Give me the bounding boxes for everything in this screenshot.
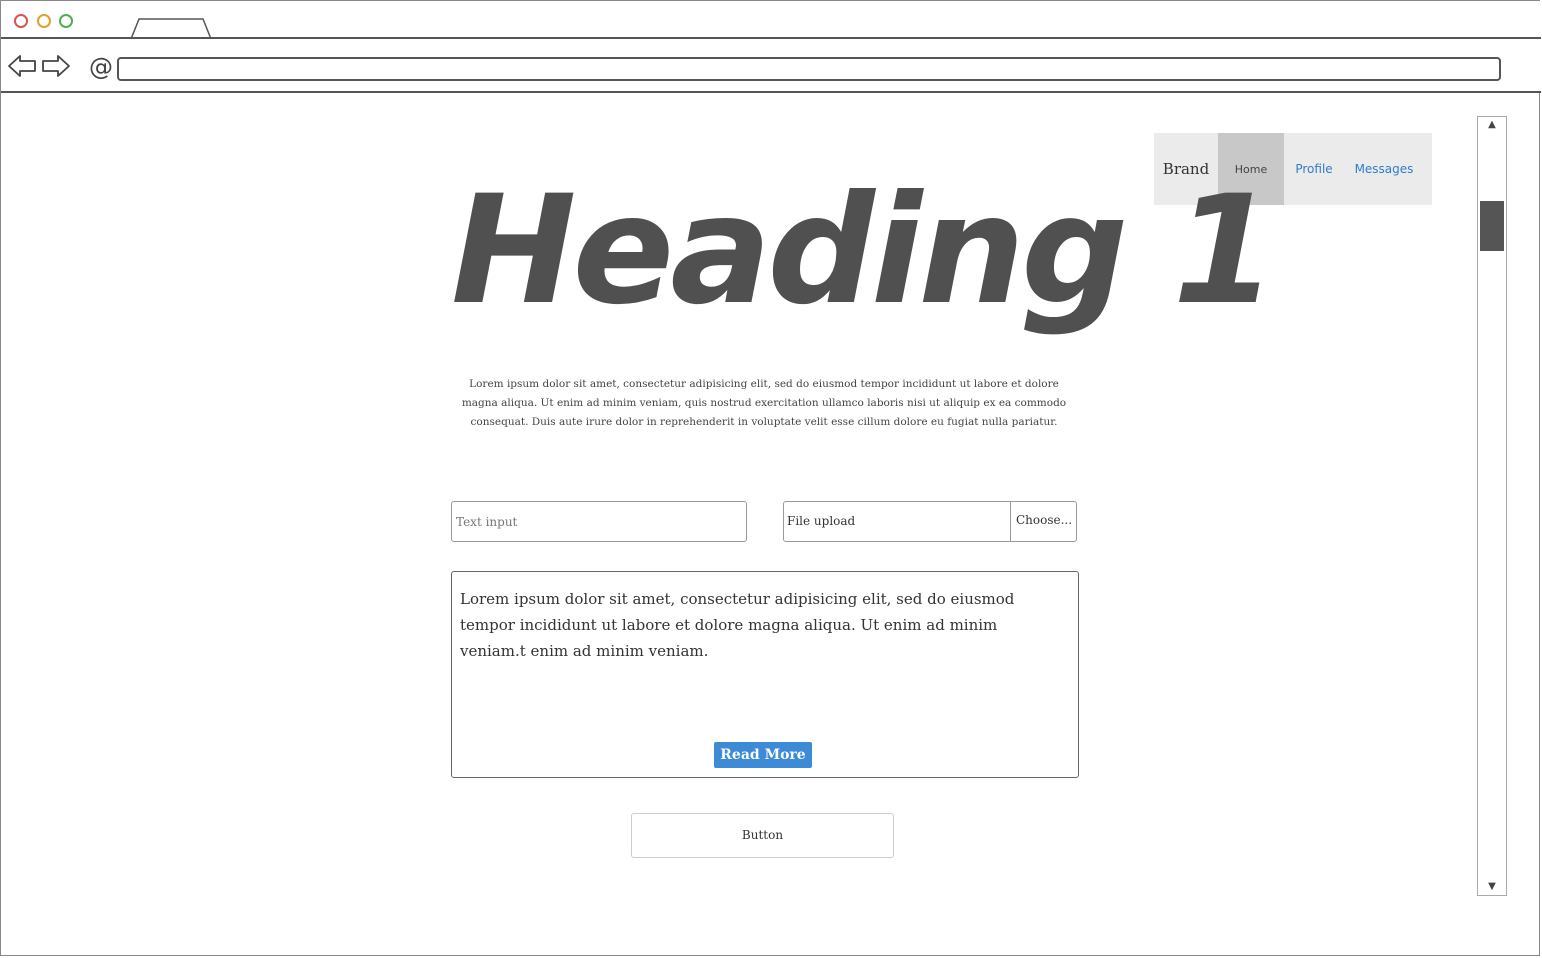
browser-toolbar: @ (1, 39, 1541, 93)
browser-tab[interactable] (131, 17, 211, 39)
reload-icon[interactable]: @ (87, 53, 115, 81)
maximize-window-icon[interactable] (59, 14, 73, 28)
text-input[interactable] (451, 501, 747, 542)
intro-paragraph: Lorem ipsum dolor sit amet, consectetur … (461, 378, 1067, 428)
close-window-icon[interactable] (14, 14, 28, 28)
scroll-thumb[interactable] (1480, 201, 1504, 251)
browser-window: @ Brand Home Profile Messages Heading 1 … (0, 0, 1541, 956)
forward-arrow-icon[interactable] (41, 53, 71, 79)
nav-item-messages[interactable]: Messages (1344, 133, 1424, 205)
vertical-scrollbar[interactable]: ▲ ▼ (1477, 116, 1507, 896)
nav-item-profile[interactable]: Profile (1284, 133, 1344, 205)
scroll-up-icon[interactable]: ▲ (1478, 117, 1506, 133)
scroll-down-icon[interactable]: ▼ (1478, 879, 1506, 895)
read-more-button[interactable]: Read More (714, 742, 812, 768)
back-arrow-icon[interactable] (7, 53, 37, 79)
content-card: Lorem ipsum dolor sit amet, consectetur … (451, 571, 1079, 778)
file-upload-label: File upload (787, 514, 856, 528)
choose-file-button[interactable]: Choose... (1010, 502, 1077, 541)
card-text: Lorem ipsum dolor sit amet, consectetur … (460, 590, 1015, 660)
file-upload-field[interactable]: File upload Choose... (783, 501, 1077, 542)
page-heading: Heading 1 (451, 164, 1277, 338)
minimize-window-icon[interactable] (37, 14, 51, 28)
title-bar (1, 1, 1541, 39)
address-bar[interactable] (117, 57, 1501, 81)
primary-button[interactable]: Button (631, 813, 894, 858)
